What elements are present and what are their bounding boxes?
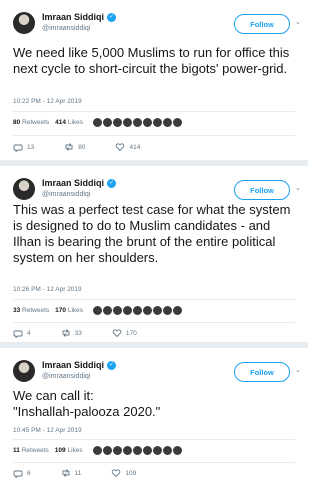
follow-button[interactable]: Follow ⌄ xyxy=(234,14,301,34)
avatar xyxy=(122,446,132,455)
divider xyxy=(13,322,295,323)
tweet-card[interactable]: Imraan Siddiqi ✓ @imraansiddiqi Follow ⌄… xyxy=(0,166,308,342)
avatar xyxy=(153,306,163,315)
chevron-down-icon[interactable]: ⌄ xyxy=(295,184,303,192)
avatar xyxy=(173,306,183,315)
retweets-stat[interactable]: 11 Retweets xyxy=(13,447,49,454)
avatar xyxy=(162,446,172,455)
heart-icon xyxy=(112,329,122,338)
tweet-actions: 6 11 109 xyxy=(13,468,273,478)
liker-avatars[interactable] xyxy=(93,306,183,315)
avatar xyxy=(102,446,112,455)
like-button[interactable]: 109 xyxy=(111,468,136,478)
avatar xyxy=(113,118,123,127)
divider xyxy=(13,135,295,136)
retweet-button[interactable]: 11 xyxy=(61,468,81,478)
reply-button[interactable]: 4 xyxy=(13,328,31,338)
avatar xyxy=(132,446,142,455)
avatar[interactable] xyxy=(13,178,35,200)
liker-avatars[interactable] xyxy=(92,446,182,455)
author-name[interactable]: Imraan Siddiqi xyxy=(42,178,104,188)
avatar xyxy=(133,118,143,127)
retweets-stat[interactable]: 33 Retweets xyxy=(13,307,49,314)
avatar xyxy=(163,118,173,127)
avatar xyxy=(173,118,183,127)
like-button[interactable]: 170 xyxy=(112,328,137,338)
avatar xyxy=(143,306,153,315)
tweet-feed: Imraan Siddiqi ✓ @imraansiddiqi Follow ⌄… xyxy=(0,0,308,500)
avatar[interactable] xyxy=(13,360,35,382)
avatar xyxy=(103,306,113,315)
avatar xyxy=(93,118,103,127)
verified-badge-icon: ✓ xyxy=(107,360,117,370)
avatar[interactable] xyxy=(13,12,35,34)
avatar xyxy=(152,446,162,455)
retweet-button[interactable]: 33 xyxy=(61,328,82,338)
verified-badge-icon: ✓ xyxy=(107,12,117,22)
engagement-stats: 11 Retweets 109 Likes xyxy=(13,446,182,455)
avatar xyxy=(92,446,102,455)
avatar xyxy=(153,118,163,127)
author-name[interactable]: Imraan Siddiqi xyxy=(42,360,104,370)
tweet-text: We can call it: "Inshallah-palooza 2020.… xyxy=(13,388,161,419)
avatar xyxy=(103,118,113,127)
engagement-stats: 33 Retweets 170 Likes xyxy=(13,306,183,315)
tweet-text: We need like 5,000 Muslims to run for of… xyxy=(13,45,290,76)
heart-icon xyxy=(112,469,121,478)
tweet-timestamp[interactable]: 10:45 PM - 12 Apr 2019 xyxy=(13,427,82,434)
avatar xyxy=(172,446,182,455)
author-name[interactable]: Imraan Siddiqi xyxy=(42,12,104,22)
tweet-timestamp[interactable]: 10:22 PM - 12 Apr 2019 xyxy=(13,98,82,105)
retweet-icon xyxy=(62,469,70,477)
likes-stat[interactable]: 414 Likes xyxy=(55,119,83,126)
author-handle[interactable]: @imraansiddiqi xyxy=(42,25,90,32)
avatar xyxy=(163,306,173,315)
avatar xyxy=(93,306,103,315)
divider xyxy=(13,111,295,112)
reply-button[interactable]: 13 xyxy=(13,142,34,152)
like-button[interactable]: 414 xyxy=(115,142,140,152)
likes-stat[interactable]: 109 Likes xyxy=(55,447,83,454)
tweet-timestamp[interactable]: 10:26 PM - 12 Apr 2019 xyxy=(13,286,82,293)
liker-avatars[interactable] xyxy=(93,118,183,127)
avatar xyxy=(143,118,153,127)
retweet-icon xyxy=(65,143,73,151)
reply-icon xyxy=(13,330,23,338)
retweet-button[interactable]: 80 xyxy=(64,142,85,152)
heart-icon xyxy=(116,143,125,152)
author-handle[interactable]: @imraansiddiqi xyxy=(42,191,90,198)
divider xyxy=(13,439,295,440)
reply-icon xyxy=(13,470,23,478)
avatar xyxy=(123,306,133,315)
divider xyxy=(13,462,295,463)
divider xyxy=(13,299,295,300)
avatar xyxy=(113,306,123,315)
retweet-icon xyxy=(62,329,70,337)
reply-button[interactable]: 6 xyxy=(13,468,31,478)
reply-icon xyxy=(13,144,23,152)
tweet-card[interactable]: Imraan Siddiqi ✓ @imraansiddiqi Follow ⌄… xyxy=(0,348,308,500)
retweets-stat[interactable]: 80 Retweets xyxy=(13,119,49,126)
avatar xyxy=(142,446,152,455)
author-handle[interactable]: @imraansiddiqi xyxy=(42,373,90,380)
engagement-stats: 80 Retweets 414 Likes xyxy=(13,118,183,127)
follow-button[interactable]: Follow ⌄ xyxy=(234,180,301,200)
follow-button[interactable]: Follow ⌄ xyxy=(234,362,301,382)
chevron-down-icon[interactable]: ⌄ xyxy=(295,366,303,374)
verified-badge-icon: ✓ xyxy=(107,178,117,188)
tweet-text: This was a perfect test case for what th… xyxy=(13,202,291,265)
chevron-down-icon[interactable]: ⌄ xyxy=(295,18,303,26)
tweet-actions: 13 80 414 xyxy=(13,142,273,152)
tweet-card[interactable]: Imraan Siddiqi ✓ @imraansiddiqi Follow ⌄… xyxy=(0,0,308,160)
avatar xyxy=(112,446,122,455)
likes-stat[interactable]: 170 Likes xyxy=(55,307,83,314)
avatar xyxy=(133,306,143,315)
avatar xyxy=(123,118,133,127)
tweet-actions: 4 33 170 xyxy=(13,328,273,338)
